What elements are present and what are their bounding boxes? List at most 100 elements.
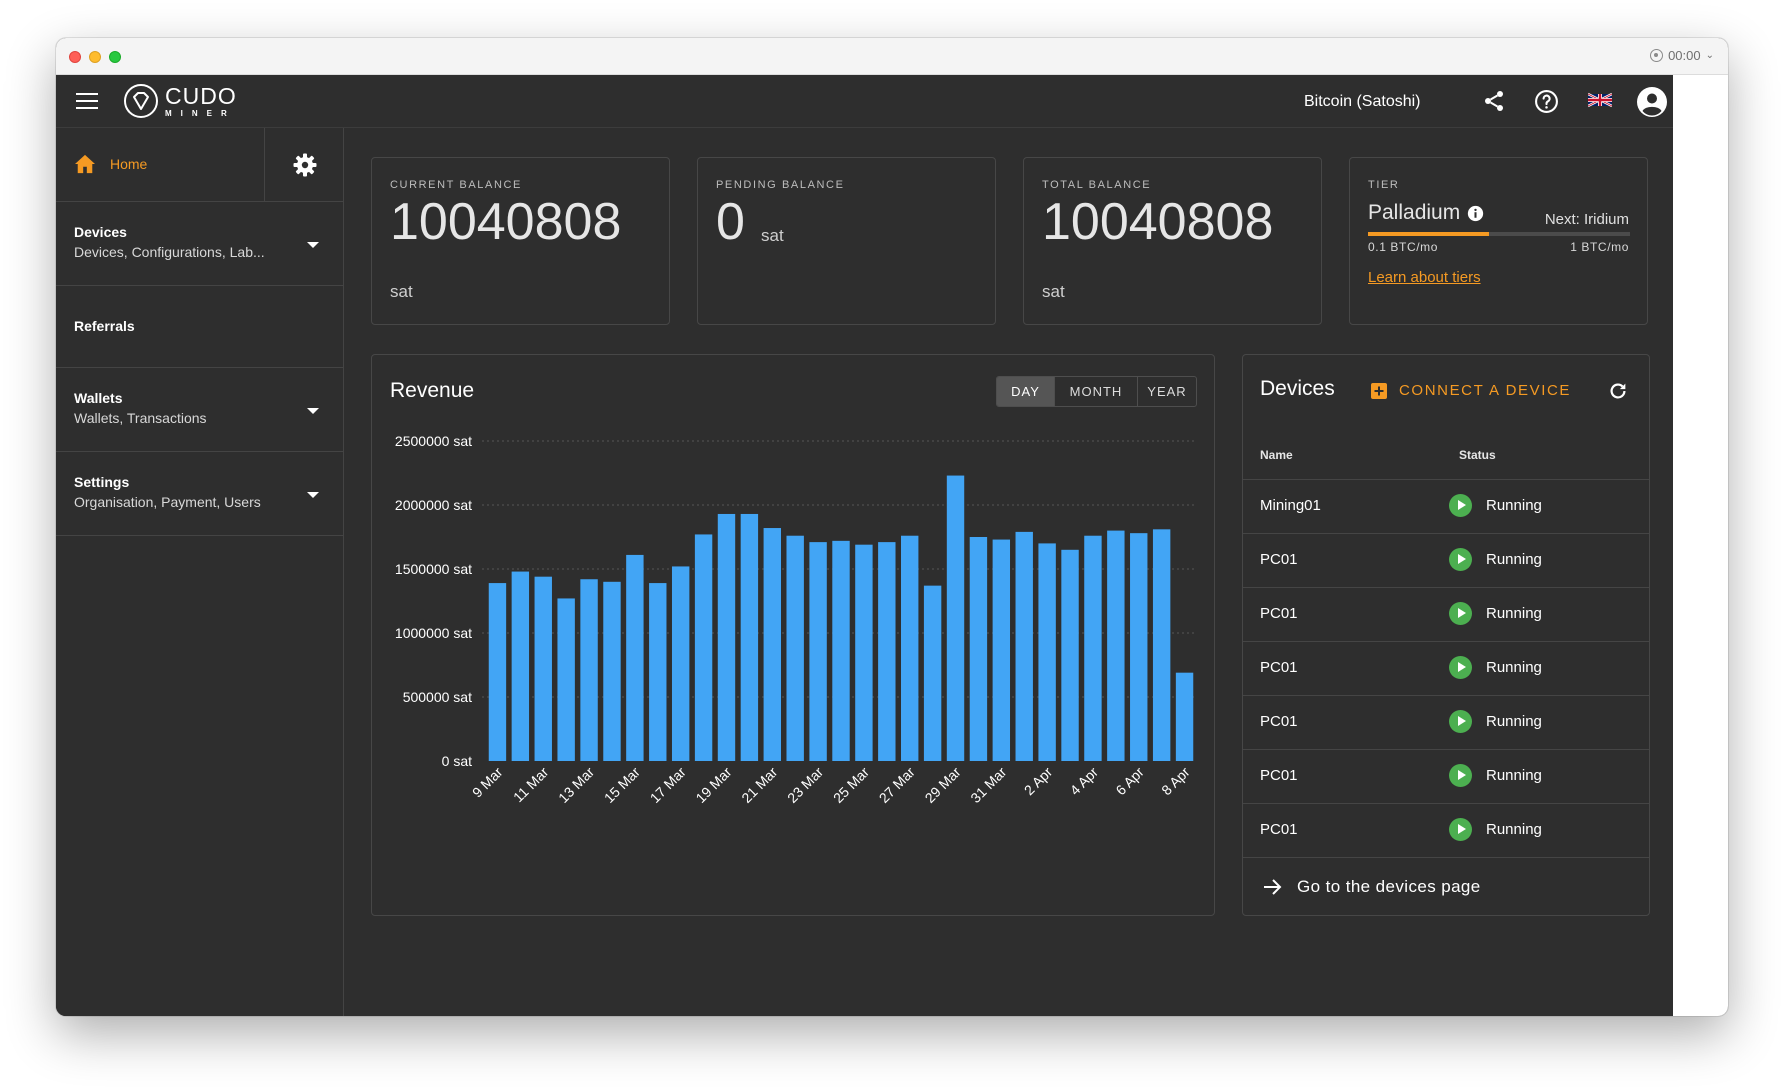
revenue-bar[interactable] (1038, 543, 1056, 761)
cudo-logo-icon (124, 84, 158, 118)
revenue-bar[interactable] (1107, 530, 1125, 761)
running-play-icon (1449, 602, 1472, 625)
revenue-bar[interactable] (1084, 535, 1102, 761)
revenue-bar[interactable] (557, 598, 575, 761)
running-play-icon (1449, 494, 1472, 517)
y-tick-label: 2500000 sat (395, 433, 472, 449)
revenue-bar[interactable] (580, 579, 598, 761)
revenue-bar[interactable] (1061, 549, 1079, 761)
device-row[interactable]: PC01 Running (1243, 587, 1649, 641)
connect-device-button[interactable]: CONNECT A DEVICE (1371, 382, 1571, 399)
device-row[interactable]: PC01 Running (1243, 749, 1649, 803)
revenue-bar[interactable] (1130, 533, 1148, 761)
revenue-bar[interactable] (717, 513, 736, 761)
device-row[interactable]: PC01 Running (1243, 695, 1649, 749)
next-tier: Next: Iridium (1544, 211, 1629, 228)
revenue-bar[interactable] (992, 539, 1011, 761)
revenue-bar[interactable] (1152, 529, 1171, 761)
running-play-icon (1449, 764, 1472, 787)
device-status-label: Running (1486, 659, 1542, 676)
device-status: Running (1449, 602, 1542, 625)
y-tick-label: 0 sat (442, 753, 472, 769)
currency-selector[interactable]: Bitcoin (Satoshi) (1304, 93, 1421, 111)
device-row[interactable]: PC01 Running (1243, 803, 1649, 857)
sidebar-home-row: Home (56, 128, 343, 202)
device-name: PC01 (1260, 551, 1298, 568)
device-status-label: Running (1486, 497, 1542, 514)
uk-flag-icon[interactable] (1588, 92, 1612, 108)
sidebar-item-settings[interactable]: Settings Organisation, Payment, Users (56, 452, 343, 536)
settings-gear-button[interactable] (264, 128, 344, 202)
revenue-bar[interactable] (763, 528, 781, 761)
sidebar-item-home[interactable]: Home (74, 154, 147, 174)
devices-title: Devices (1260, 377, 1335, 400)
recording-indicator[interactable]: 00:00 ⌄ (1650, 48, 1714, 63)
cudo-miner-logo[interactable]: CUDO MINER (123, 83, 237, 119)
revenue-bar-chart: 0 sat 500000 sat 1000000 sat 1500000 sat 200… (395, 433, 1196, 806)
revenue-bar[interactable] (603, 581, 621, 761)
revenue-bar[interactable] (694, 534, 713, 761)
revenue-bar[interactable] (534, 576, 552, 761)
app-content: CUDO MINER Bitcoin (Satoshi) Home Device… (56, 75, 1673, 1016)
share-icon[interactable] (1482, 89, 1506, 113)
revenue-bar[interactable] (488, 583, 507, 761)
x-tick-label: 19 Mar (692, 764, 734, 806)
device-status-label: Running (1486, 605, 1542, 622)
device-row[interactable]: Mining01 Running (1243, 479, 1649, 533)
revenue-bar[interactable] (969, 537, 988, 761)
x-tick-label: 15 Mar (601, 764, 643, 806)
tier-card: TIER Palladium Next: Iridium 0.1 BTC/mo … (1349, 157, 1648, 325)
info-icon[interactable] (1467, 205, 1484, 222)
revenue-bar[interactable] (1175, 672, 1194, 761)
device-row[interactable]: PC01 Running (1243, 533, 1649, 587)
close-window-button[interactable] (69, 51, 81, 63)
running-play-icon (1449, 818, 1472, 841)
y-tick-label: 1000000 sat (395, 625, 472, 641)
revenue-bar[interactable] (671, 566, 690, 761)
device-name: Mining01 (1260, 497, 1321, 514)
revenue-bar[interactable] (809, 542, 827, 761)
col-header-status: Status (1459, 448, 1496, 462)
maximize-window-button[interactable] (109, 51, 121, 63)
account-icon[interactable] (1636, 86, 1668, 118)
device-status-label: Running (1486, 713, 1542, 730)
sidebar-item-wallets[interactable]: Wallets Wallets, Transactions (56, 368, 343, 452)
device-row[interactable]: PC01 Running (1243, 641, 1649, 695)
revenue-bar[interactable] (832, 540, 850, 761)
go-to-devices-link[interactable]: Go to the devices page (1243, 857, 1649, 915)
revenue-bar[interactable] (511, 571, 530, 761)
balance-unit: sat (1042, 282, 1065, 301)
revenue-bar[interactable] (649, 583, 667, 761)
revenue-bar[interactable] (878, 542, 896, 761)
revenue-bar[interactable] (923, 585, 942, 761)
help-icon[interactable] (1534, 89, 1559, 114)
x-tick-label: 29 Mar (922, 764, 964, 806)
x-tick-label: 4 Apr (1067, 764, 1102, 799)
sidebar-item-title: Wallets (74, 390, 123, 406)
revenue-bar[interactable] (786, 535, 804, 761)
arrow-right-icon (1264, 879, 1282, 895)
refresh-icon[interactable] (1607, 380, 1629, 402)
device-status: Running (1449, 710, 1542, 733)
x-tick-label: 25 Mar (830, 764, 872, 806)
y-tick-label: 500000 sat (403, 689, 472, 705)
hamburger-menu-icon[interactable] (76, 93, 98, 109)
sidebar-item-referrals[interactable]: Referrals (56, 286, 343, 368)
x-tick-label: 27 Mar (876, 764, 918, 806)
balance-unit: sat (761, 226, 784, 245)
learn-about-tiers-link[interactable]: Learn about tiers (1368, 269, 1481, 286)
revenue-bar[interactable] (740, 513, 759, 761)
revenue-bar[interactable] (901, 535, 919, 761)
revenue-bar[interactable] (946, 475, 965, 761)
minimize-window-button[interactable] (89, 51, 101, 63)
device-status-label: Running (1486, 821, 1542, 838)
revenue-bar[interactable] (1015, 531, 1033, 761)
device-status-label: Running (1486, 767, 1542, 784)
top-header: CUDO MINER Bitcoin (Satoshi) (56, 75, 1673, 128)
sidebar-item-devices[interactable]: Devices Devices, Configurations, Lab... (56, 202, 343, 286)
revenue-bar[interactable] (626, 554, 644, 761)
revenue-bar[interactable] (855, 544, 873, 761)
running-play-icon (1449, 710, 1472, 733)
devices-card: Devices CONNECT A DEVICE Name Status Min… (1242, 354, 1650, 916)
sidebar-item-title: Referrals (74, 318, 135, 334)
